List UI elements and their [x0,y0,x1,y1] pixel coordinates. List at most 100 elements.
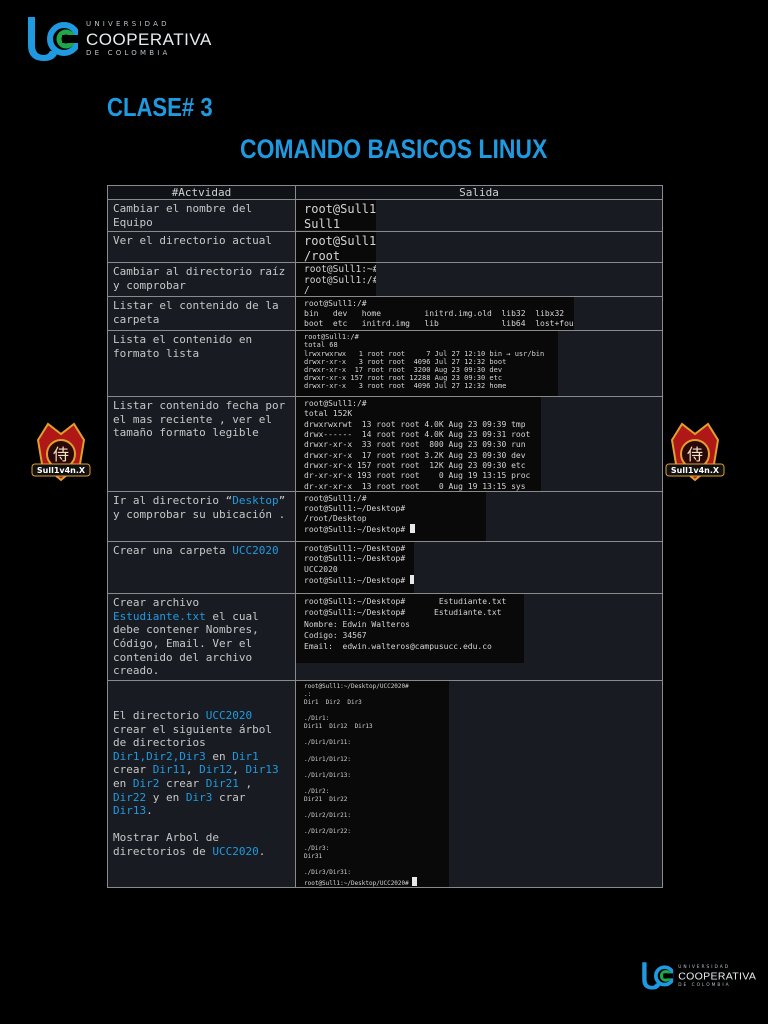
activity-cell: Crear archivo Estudiante.txt el cual deb… [107,593,296,681]
terminal-line: dr-xr-xr-x 13 root root 0 Aug 19 13:15 s… [304,481,526,491]
terminal-output: root@Sull1: Sull1 [296,200,376,230]
activity-cell: Lista el contenido en formato lista [107,330,296,398]
terminal-line: ./Dir2/Dir21: [304,812,351,820]
output-cell: root@Sull1:~/Desktop/UCC2020#.: Dir1 Dir2… [295,679,663,888]
terminal-line: Codigo: 34567 [304,631,367,641]
activity-text: , [238,776,259,790]
terminal-line: lrwxrwxrwx 1 root root 7 Jul 27 12:10 bi… [304,349,545,358]
table-row: Listar el contenido de la carpeta root@Su… [107,296,663,332]
output-cell: root@Sull1:~/Desktop# root@Sull1:~/Deskto… [295,541,663,595]
activity-highlight: Dir11 [152,763,186,777]
header-activity: #Actvidad [107,185,296,200]
activity-cell: Listar contenido fecha por el mas recien… [107,396,296,493]
table-row: Ver el directorio actual root@Sull1:/root [107,231,663,264]
activity-text: , [185,763,200,777]
activity-text: en [205,749,233,763]
logo-line-1: UNIVERSIDAD [86,20,170,28]
terminal-line: drwxrwxrwt 13 root root 4.0K Aug 23 09:3… [304,419,526,429]
output-cell: root@Sull1:~# root@Sull1:/# / [295,262,663,298]
activity-cell: Cambiar el nombre del Equipo [107,198,296,233]
terminal-line: drwxr-xr-x 157 root root 12288 Aug 23 09… [304,374,503,383]
terminal-line: / [304,285,310,297]
terminal-line: total 68 [304,341,338,350]
svg-text:侍: 侍 [53,445,69,464]
activity-highlight: Dir21 [205,776,239,790]
terminal-output: root@Sull1:~# root@Sull1:/# / [296,263,376,297]
activity-text: , [232,763,246,777]
header-output: Salida [295,185,663,200]
terminal-line: root@Sull1:~/Desktop/UCC2020# [304,682,409,690]
university-logo: UNIVERSIDAD COOPERATIVA DE COLOMBIA [26,15,212,63]
activity-cell: Ir al directorio “Desktop” y comprobar s… [107,491,296,543]
terminal-output: root@Sull1:/# bin dev home initrd.img.old… [296,297,574,331]
logo-line-1: UNIVERSIDAD [678,964,731,970]
terminal-line: root@Sull1:~/Desktop# [304,544,406,554]
terminal-line: root@Sull1:/# [304,274,376,286]
logo-line-3: DE COLOMBIA [86,49,171,57]
output-cell: root@Sull1:/# total 152K drwxrwxrwt 13 roo… [295,396,663,493]
samurai-badge-icon: 侍 Sull1v4n.X [665,422,725,482]
terminal-line: root@Sull1:~/Desktop/UCC2020# [304,880,413,887]
activity-text: El directorio [113,708,206,722]
table-row: Crear una carpeta UCC2020 root@Sull1:~/De… [107,541,663,595]
table-row: Cambiar al directorio raíz y comprobar ro… [107,262,663,298]
cursor-icon [409,524,415,534]
table-header-row: #Actvidad Salida [107,185,663,200]
output-cell: root@Sull1:~/Desktop# Estudiante.txt root… [295,593,663,681]
table-row: Crear archivo Estudiante.txt el cual deb… [107,593,663,681]
terminal-prompt-line: root@Sull1:~/Desktop/UCC2020# [304,877,441,887]
activity-text: Listar contenido fecha por el mas recien… [113,399,292,440]
activity-highlight: Estudiante.txt [113,609,206,623]
terminal-line: Dir1 Dir2 Dir3 [304,698,362,706]
terminal-line: Dir21 Dir22 [304,796,348,804]
terminal-output: root@Sull1:~/Desktop# Estudiante.txt root… [296,594,524,664]
activity-text: Crear una carpeta [113,544,233,558]
terminal-line: root@Sull1: [304,202,376,216]
terminal-line: ./Dir3/Dir31: [304,868,351,876]
terminal-prompt-line: root@Sull1:~/Desktop# [304,524,478,535]
terminal-line: Sull1 [304,217,341,230]
terminal-line: ./Dir3: [304,844,330,852]
activity-text: crear [159,776,206,790]
activity-highlight: Dir3 [185,790,213,804]
activity-text: Listar el contenido de la carpeta [113,299,286,326]
activity-text: . [258,844,266,858]
activity-text: Crear archivo [113,596,206,610]
logo-line-2: COOPERATIVA [86,30,212,49]
activity-highlight: Dir2 [132,776,160,790]
activity-text: Ir al directorio “ [113,494,233,508]
svg-text:侍: 侍 [687,445,703,464]
terminal-line: Email: edwin.walteros@campusucc.edu.co [304,642,492,652]
terminal-line: drwxr-xr-x 33 root root 800 Aug 23 09:30… [304,440,526,450]
terminal-line: dr-xr-xr-x 193 root root 0 Aug 19 13:15 … [304,471,531,481]
class-title: CLASE# 3 [107,92,213,122]
activity-highlight: Dir13 [113,804,147,818]
activity-cell: El directorio UCC2020 crear el siguiente… [107,679,296,888]
table-row: Cambiar el nombre del Equipo root@Sull1: S… [107,198,663,233]
terminal-line: root@Sull1:~/Desktop# [304,525,410,535]
page-title: COMANDO BASICOS LINUX [240,134,548,164]
terminal-line: /root/Desktop [304,514,367,524]
terminal-output: root@Sull1:/# root@Sull1:~/Desktop#/root/… [296,492,486,542]
terminal-output: root@Sull1:/# total 68 lrwxrwxrwx 1 root r… [296,331,558,397]
output-cell: root@Sull1:/# total 68 lrwxrwxrwx 1 root r… [295,330,663,398]
activity-cell: Ver el directorio actual [107,231,296,264]
ucc-logo-icon [28,17,78,61]
ucc-logo-icon [642,962,674,990]
activity-highlight: UCC2020 [205,708,253,722]
terminal-line: ./Dir2/Dir22: [304,828,351,836]
terminal-line: root@Sull1: [304,234,376,249]
activity-text: crar [212,790,253,804]
svg-text:Sull1v4n.X: Sull1v4n.X [37,466,86,475]
logo-line-3: DE COLOMBIA [678,982,731,988]
terminal-line: ./Dir1: [304,715,330,723]
terminal-line: drwx------ 14 root root 4.0K Aug 23 09:3… [304,430,531,440]
terminal-line: bin dev home initrd.img.old lib32 libx32 [304,309,565,319]
terminal-line: drwxr-xr-x 17 root root 3.2K Aug 23 09:3… [304,450,526,460]
table-row: El directorio UCC2020 crear el siguiente… [107,679,663,888]
terminal-line: drwxr-xr-x 157 root root 12K Aug 23 09:3… [304,460,526,470]
activity-cell: Crear una carpeta UCC2020 [107,541,296,595]
terminal-line: /root [304,249,341,263]
terminal-line: root@Sull1:~/Desktop# [304,504,406,514]
